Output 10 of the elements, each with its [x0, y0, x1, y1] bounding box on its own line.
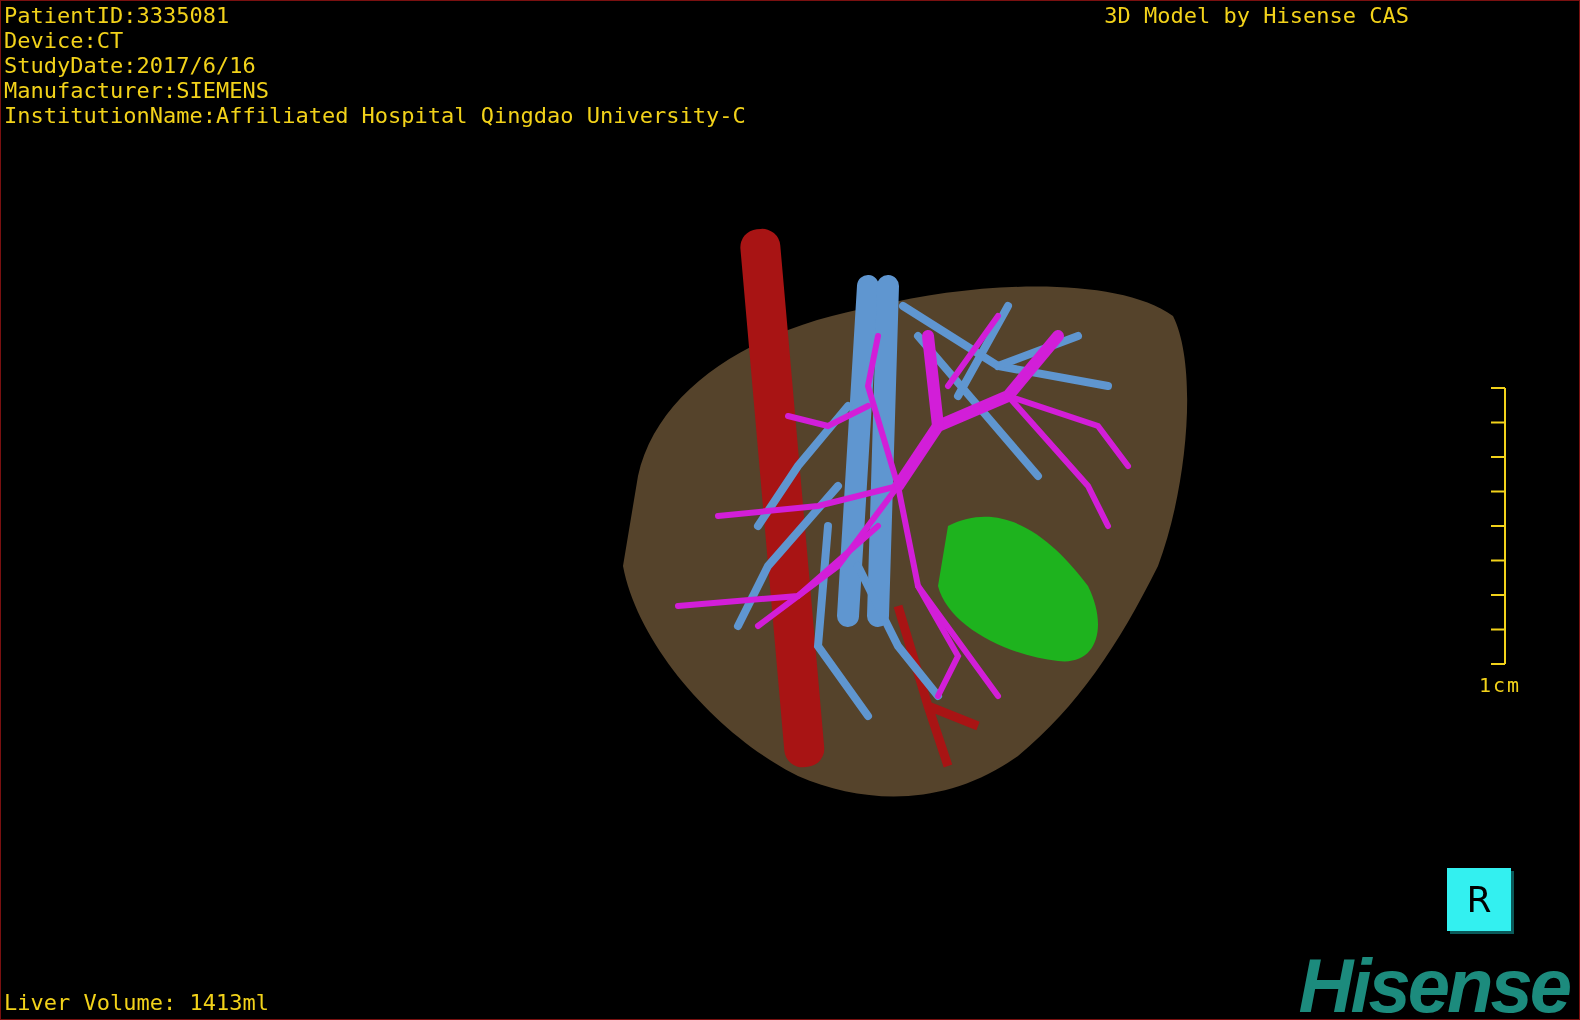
scale-label: 1cm: [1478, 674, 1521, 696]
patient-info-text: Manufacturer:SIEMENS: [4, 78, 270, 103]
patient-info-text: PatientID:3335081: [4, 3, 231, 28]
orientation-marker[interactable]: R: [1447, 868, 1511, 931]
patient-info-text: StudyDate:2017/6/16: [4, 53, 257, 78]
liver-volume-text: Liver Volume: 1413ml: [3, 990, 269, 1017]
patient-info-text: Device:CT: [4, 28, 125, 53]
patient-info-text: InstitutionName:Affiliated Hospital Qingdao University-C: [4, 103, 746, 128]
app-title: 3D Model by Hisense CAS: [1104, 3, 1409, 30]
logo-text: Hisense: [1298, 953, 1571, 1019]
